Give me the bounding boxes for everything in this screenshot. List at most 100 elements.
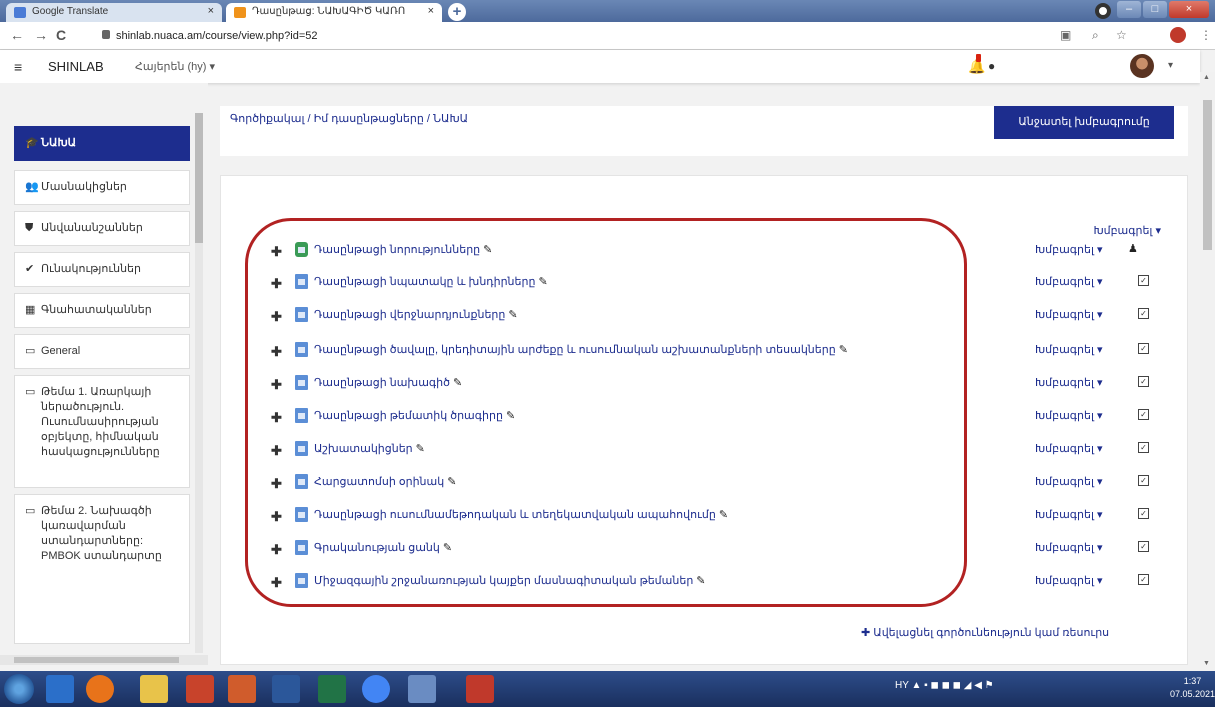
activity-edit-menu[interactable]: Խմբագրել ▾ — [1035, 376, 1103, 389]
google-translate-icon — [14, 7, 26, 18]
completion-checkbox[interactable]: ✓ — [1138, 275, 1149, 286]
forward-button[interactable]: → — [34, 27, 48, 43]
paint-icon[interactable] — [466, 675, 494, 703]
drawer-item-course-home[interactable]: 🎓 ՆԱԽԱ — [14, 126, 190, 161]
activity-edit-menu[interactable]: Խմբագրել ▾ — [1035, 308, 1103, 321]
section-edit-menu[interactable]: Խմբագրել ▾ — [1093, 224, 1161, 237]
new-tab-button[interactable]: + — [448, 3, 466, 21]
chrome-icon[interactable] — [362, 675, 390, 703]
activity-edit-menu[interactable]: Խմբագրել ▾ — [1035, 409, 1103, 422]
minimize-button[interactable]: – — [1117, 1, 1141, 18]
drawer-item-badges[interactable]: ⛊ Անվանանշաններ — [14, 211, 190, 246]
nav-drawer: 🎓 ՆԱԽԱ 👥 Մասնակիցներ ⛊ Անվանանշաններ ✔ Ունակ… — [0, 83, 208, 655]
system-tray[interactable]: HY ▲ ▪ ◼ ◼ ◼ ◢ ◀ ⚑ — [895, 680, 994, 691]
completion-checkbox[interactable]: ✓ — [1138, 442, 1149, 453]
folder-icon: ▭ — [25, 505, 36, 517]
site-brand[interactable]: SHINLAB — [48, 59, 104, 74]
drawer-item-topic-1[interactable]: ▭ Թեմա 1. Առարկայի ներածություն. Ուսումնա… — [14, 375, 190, 488]
activity-edit-menu[interactable]: Խմբագրել ▾ — [1035, 475, 1103, 488]
completion-checkbox[interactable]: ✓ — [1138, 475, 1149, 486]
firefox-icon[interactable] — [86, 675, 114, 703]
shield-icon: ⛊ — [25, 222, 34, 234]
folder-icon: ▭ — [25, 386, 36, 398]
activity-edit-menu[interactable]: Խմբագրել ▾ — [1035, 275, 1103, 288]
onenote-icon[interactable] — [228, 675, 256, 703]
lock-icon — [102, 30, 110, 39]
drawer-item-participants[interactable]: 👥 Մասնակիցներ — [14, 170, 190, 205]
internet-explorer-icon[interactable] — [46, 675, 74, 703]
close-window-button[interactable]: × — [1169, 1, 1209, 18]
tab-close-icon[interactable]: × — [208, 5, 214, 17]
add-activity-link[interactable]: ✚ Ավելացնել գործունեություն կամ ռեսուրս — [861, 626, 1109, 639]
app-icon[interactable] — [408, 675, 436, 703]
start-button[interactable] — [4, 674, 34, 704]
clock[interactable]: 1:37 07.05.2021 — [1170, 675, 1215, 701]
turn-editing-off-button[interactable]: Անջատել խմբագրումը — [994, 106, 1174, 139]
page-header: Գործիքակալ / Իմ դասընթացները / ՆԱԽԱ Անջա… — [220, 106, 1188, 156]
highlight-annotation — [245, 218, 967, 607]
zoom-icon[interactable]: ⌕ — [1092, 28, 1099, 43]
drawer-scrollbar-thumb[interactable] — [195, 113, 203, 243]
tab-google-translate[interactable]: Google Translate × — [6, 3, 222, 22]
folder-icon: ▭ — [25, 345, 36, 357]
file-explorer-icon[interactable] — [140, 675, 168, 703]
completion-checkbox[interactable]: ✓ — [1138, 376, 1149, 387]
activity-edit-menu[interactable]: Խմբագրել ▾ — [1035, 442, 1103, 455]
drawer-item-topic-2[interactable]: ▭ Թեմա 2. Նախագծի կառավարման ստանդարտները… — [14, 494, 190, 644]
completion-checkbox[interactable]: ✓ — [1138, 308, 1149, 319]
url-input[interactable]: shinlab.nuaca.am/course/view.php?id=52 — [100, 27, 1000, 45]
site-navbar: ≡ SHINLAB Հայերեն (hy) ▾ 🔔 ● ▾ — [0, 50, 1200, 83]
completion-checkbox[interactable]: ✓ — [1138, 541, 1149, 552]
page-scrollbar[interactable]: ▲ ▼ — [1200, 72, 1215, 672]
graduation-cap-icon: 🎓 — [25, 137, 39, 149]
drawer-scrollbar[interactable] — [195, 113, 203, 653]
drawer-hscroll-thumb[interactable] — [14, 657, 179, 663]
user-icon[interactable]: ♟ — [1128, 242, 1138, 255]
activity-edit-menu[interactable]: Խմբագրել ▾ — [1035, 508, 1103, 521]
messages-icon[interactable]: ● — [988, 59, 995, 73]
tab-course[interactable]: Դասընթաց: ՆԱԽԱԳԻԾ ԿԱՌՈ × — [226, 3, 442, 22]
activity-edit-menu[interactable]: Խմբագրել ▾ — [1035, 343, 1103, 356]
scroll-up-icon[interactable]: ▲ — [1203, 74, 1210, 81]
address-bar: ← → C shinlab.nuaca.am/course/view.php?i… — [0, 22, 1215, 50]
recording-icon — [1095, 3, 1111, 19]
browser-title-bar: Google Translate × Դասընթաց: ՆԱԽԱԳԻԾ ԿԱՌ… — [0, 0, 1215, 22]
check-icon: ✔ — [25, 263, 35, 275]
word-icon[interactable] — [272, 675, 300, 703]
scroll-down-icon[interactable]: ▼ — [1203, 660, 1210, 667]
activity-edit-menu[interactable]: Խմբագրել ▾ — [1035, 541, 1103, 554]
tab-close-icon[interactable]: × — [428, 5, 434, 17]
completion-checkbox[interactable]: ✓ — [1138, 508, 1149, 519]
excel-icon[interactable] — [318, 675, 346, 703]
drawer-item-grades[interactable]: ▦ Գնահատականներ — [14, 293, 190, 328]
drawer-horizontal-scrollbar[interactable] — [0, 655, 208, 665]
tab-label: Google Translate — [32, 6, 109, 17]
translate-icon[interactable]: ▣ — [1060, 28, 1071, 42]
powerpoint-icon[interactable] — [186, 675, 214, 703]
notification-badge — [976, 54, 981, 62]
completion-checkbox[interactable]: ✓ — [1138, 409, 1149, 420]
language-menu[interactable]: Հայերեն (hy) ▾ — [135, 60, 215, 73]
page-scrollbar-thumb[interactable] — [1203, 100, 1212, 250]
users-icon: 👥 — [25, 181, 39, 193]
tab-label: Դասընթաց: ՆԱԽԱԳԻԾ ԿԱՌՈ — [252, 6, 406, 17]
avatar[interactable] — [1130, 54, 1154, 78]
completion-checkbox[interactable]: ✓ — [1138, 343, 1149, 354]
activity-edit-menu[interactable]: Խմբագրել ▾ — [1035, 574, 1103, 587]
drawer-toggle-icon[interactable]: ≡ — [14, 59, 22, 75]
moodle-icon — [234, 7, 246, 18]
completion-checkbox[interactable]: ✓ — [1138, 574, 1149, 585]
activity-edit-menu[interactable]: Խմբագրել ▾ — [1035, 243, 1103, 256]
back-button[interactable]: ← — [10, 27, 24, 43]
menu-dots-icon[interactable]: ⋮ — [1200, 28, 1212, 42]
drawer-item-general[interactable]: ▭ General — [14, 334, 190, 369]
profile-icon[interactable] — [1170, 27, 1186, 43]
breadcrumb[interactable]: Գործիքակալ / Իմ դասընթացները / ՆԱԽԱ — [230, 112, 468, 125]
user-menu-caret-icon[interactable]: ▾ — [1168, 60, 1173, 71]
reload-button[interactable]: C — [56, 27, 66, 43]
window-controls: – □ × — [1117, 1, 1209, 18]
drawer-item-competencies[interactable]: ✔ Ունակություններ — [14, 252, 190, 287]
windows-taskbar: HY ▲ ▪ ◼ ◼ ◼ ◢ ◀ ⚑ 1:37 07.05.2021 — [0, 671, 1215, 707]
maximize-button[interactable]: □ — [1143, 1, 1167, 18]
bookmark-star-icon[interactable]: ☆ — [1116, 28, 1127, 42]
